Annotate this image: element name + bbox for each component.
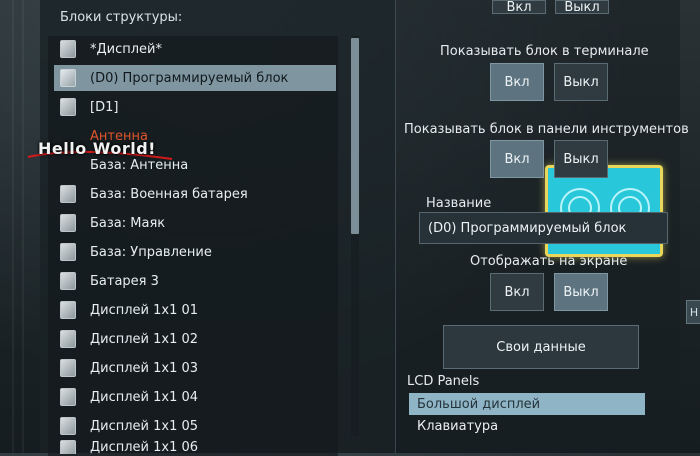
- list-item[interactable]: *Дисплей*: [54, 36, 336, 62]
- battery-icon: [60, 185, 76, 203]
- show-in-toolbar-on-button[interactable]: Вкл: [490, 140, 544, 178]
- lcd-block-icon: [60, 440, 76, 454]
- item-label: Дисплей 1x1 05: [90, 418, 199, 434]
- lcd-list-item-selected[interactable]: Большой дисплей: [409, 393, 645, 415]
- list-item-selected[interactable]: (D0) Программируемый блок: [54, 65, 336, 91]
- show-on-screen-label: Отображать на экране: [470, 254, 628, 269]
- item-label: База: Управление: [90, 244, 212, 260]
- item-label: База: Маяк: [90, 215, 166, 231]
- list-item[interactable]: База: Маяк: [54, 210, 336, 236]
- custom-data-button[interactable]: Свои данные: [443, 325, 639, 369]
- hello-world-text: Hello World!: [38, 139, 156, 158]
- list-item[interactable]: База: Военная батарея: [54, 181, 336, 207]
- battery-icon: [60, 272, 76, 290]
- list-item[interactable]: Дисплей 1x1 02: [54, 326, 336, 352]
- item-label: Батарея 3: [90, 273, 159, 289]
- lcd-block-icon: [60, 417, 76, 435]
- item-label: Дисплей 1x1 06: [90, 440, 199, 454]
- show-in-toolbar-off-button[interactable]: Выкл: [554, 140, 608, 178]
- list-item[interactable]: Дисплей 1x1 04: [54, 384, 336, 410]
- show-in-toolbar-label: Показывать блок в панели инструментов: [404, 122, 689, 137]
- item-label: Дисплей 1x1 01: [90, 302, 199, 318]
- list-item[interactable]: Дисплей 1x1 01: [54, 297, 336, 323]
- show-in-terminal-off-button[interactable]: Выкл: [554, 63, 608, 101]
- lcd-panels-title: LCD Panels: [407, 374, 480, 389]
- show-on-screen-off-button[interactable]: Выкл: [554, 273, 608, 311]
- top-off-button[interactable]: Выкл: [555, 0, 609, 15]
- list-item[interactable]: Батарея 3: [54, 268, 336, 294]
- item-label: База: Военная батарея: [90, 186, 248, 202]
- blocks-list[interactable]: *Дисплей* (D0) Программируемый блок [D1]…: [48, 36, 338, 456]
- item-label: Дисплей 1x1 02: [90, 331, 199, 347]
- lcd-block-icon: [60, 359, 76, 377]
- show-on-screen-on-button[interactable]: Вкл: [490, 273, 544, 311]
- item-label: Дисплей 1x1 03: [90, 360, 199, 376]
- item-label: *Дисплей*: [90, 41, 163, 57]
- item-label: (D0) Программируемый блок: [90, 70, 289, 86]
- beacon-icon: [60, 214, 76, 232]
- structure-blocks-panel: Блоки структуры: *Дисплей* (D0) Программ…: [40, 0, 396, 456]
- lcd-block-icon: [60, 40, 76, 58]
- programmable-block-icon: [60, 69, 76, 87]
- section-title: Блоки структуры:: [60, 10, 183, 25]
- block-name-input[interactable]: (D0) Программируемый блок: [419, 212, 668, 244]
- lcd-block-icon: [60, 98, 76, 116]
- list-item[interactable]: Дисплей 1x1 05: [54, 413, 336, 439]
- control-seat-icon: [60, 243, 76, 261]
- lcd-block-icon: [60, 330, 76, 348]
- edge-tab[interactable]: H: [686, 300, 700, 324]
- item-label: [D1]: [90, 99, 119, 115]
- name-label: Название: [426, 196, 492, 211]
- item-label: Дисплей 1x1 04: [90, 389, 199, 405]
- show-in-terminal-label: Показывать блок в терминале: [440, 44, 649, 59]
- list-item[interactable]: База: Управление: [54, 239, 336, 265]
- list-item[interactable]: Дисплей 1x1 03: [54, 355, 336, 381]
- lcd-list-item[interactable]: Клавиатура: [409, 415, 645, 437]
- list-item[interactable]: [D1]: [54, 94, 336, 120]
- lcd-block-icon: [60, 388, 76, 406]
- list-scrollbar-thumb[interactable]: [351, 38, 359, 234]
- show-in-terminal-on-button[interactable]: Вкл: [490, 63, 544, 101]
- lcd-panels-list[interactable]: Большой дисплей Клавиатура: [409, 393, 645, 437]
- top-on-button[interactable]: Вкл: [492, 0, 546, 15]
- lcd-block-icon: [60, 301, 76, 319]
- list-item[interactable]: Дисплей 1x1 06: [54, 440, 336, 454]
